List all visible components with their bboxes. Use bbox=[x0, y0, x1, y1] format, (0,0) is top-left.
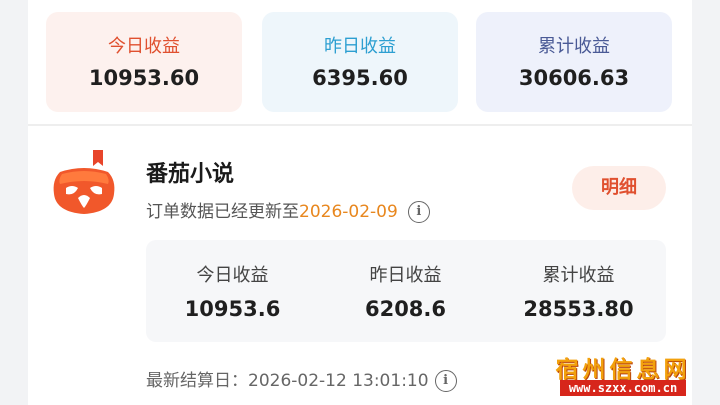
app-stat-value: 6208.6 bbox=[364, 297, 447, 321]
app-stat-value: 10953.6 bbox=[184, 297, 281, 321]
latest-settlement: 最新结算日：2026-02-12 13:01:10 i bbox=[146, 366, 457, 392]
summary-card-today[interactable]: 今日收益 10953.60 bbox=[46, 12, 242, 112]
watermark-url: www.szxx.com.cn bbox=[560, 380, 686, 396]
settle-label: 最新结算日： bbox=[146, 371, 248, 391]
detail-button[interactable]: 明细 bbox=[572, 166, 666, 210]
app-name: 番茄小说 bbox=[146, 162, 235, 187]
section-divider bbox=[28, 124, 692, 126]
summary-card-total[interactable]: 累计收益 30606.63 bbox=[476, 12, 672, 112]
summary-cards: 今日收益 10953.60 昨日收益 6395.60 累计收益 30606.63 bbox=[46, 12, 674, 112]
update-prefix: 订单数据已经更新至 bbox=[146, 202, 299, 222]
summary-card-value: 10953.60 bbox=[88, 66, 200, 90]
summary-card-yesterday[interactable]: 昨日收益 6395.60 bbox=[262, 12, 458, 112]
app-stat-label: 今日收益 bbox=[196, 265, 269, 286]
settle-time: 2026-02-12 13:01:10 bbox=[248, 371, 429, 391]
info-icon[interactable]: i bbox=[434, 370, 457, 392]
summary-card-value: 6395.60 bbox=[312, 66, 408, 90]
info-icon[interactable]: i bbox=[407, 201, 430, 223]
tomato-logo-icon bbox=[52, 150, 116, 218]
site-watermark: 宿州信息网 www.szxx.com.cn bbox=[548, 350, 698, 400]
update-date: 2026-02-09 bbox=[299, 202, 398, 222]
app-stats-box: 今日收益 10953.6 昨日收益 6208.6 累计收益 28553.80 bbox=[146, 240, 666, 342]
app-stat-value: 28553.80 bbox=[523, 297, 634, 321]
summary-card-label: 昨日收益 bbox=[324, 36, 396, 57]
watermark-title: 宿州信息网 bbox=[555, 356, 691, 383]
order-update-status: 订单数据已经更新至2026-02-09 i bbox=[146, 197, 430, 223]
app-stat-label: 累计收益 bbox=[542, 265, 615, 286]
summary-card-label: 累计收益 bbox=[538, 36, 610, 57]
summary-card-label: 今日收益 bbox=[108, 36, 180, 57]
summary-card-value: 30606.63 bbox=[518, 66, 630, 90]
earnings-panel: 今日收益 10953.60 昨日收益 6395.60 累计收益 30606.63… bbox=[28, 0, 692, 405]
app-stat-label: 昨日收益 bbox=[369, 265, 442, 286]
